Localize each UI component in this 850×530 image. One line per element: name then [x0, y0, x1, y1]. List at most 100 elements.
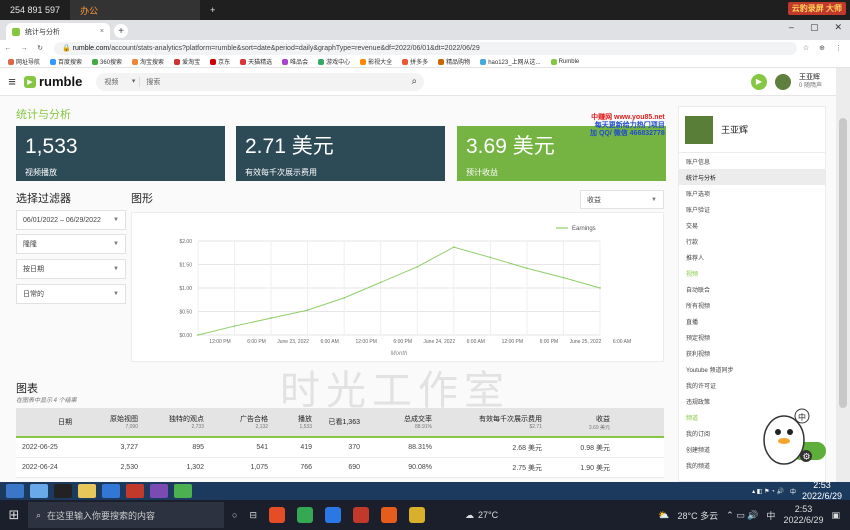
widgets-icon[interactable]: ⊟ — [249, 510, 257, 521]
recorder-icon[interactable] — [380, 507, 397, 523]
column-header[interactable]: 原始视图 7,090 — [78, 408, 144, 436]
maximize-icon[interactable]: ▢ — [810, 22, 819, 33]
browser-tab[interactable]: 统计与分析 × — [6, 23, 110, 40]
caret-down-icon: ▼ — [651, 196, 657, 203]
app-icon[interactable] — [408, 507, 425, 523]
sort-filter[interactable]: 按日期 ▼ — [16, 259, 126, 279]
bookmark-item[interactable]: 影视大全 — [360, 57, 392, 66]
sidebar-item[interactable]: Youtube 频道同步 — [679, 361, 825, 377]
bookmark-item[interactable]: Rumble — [550, 58, 579, 65]
back-icon[interactable]: ← — [0, 45, 16, 52]
sidebar-item[interactable]: 获利视频 — [679, 345, 825, 361]
avatar[interactable] — [774, 73, 791, 90]
bookmark-label: 影视大全 — [368, 60, 393, 66]
page-scrollbar[interactable] — [836, 68, 850, 482]
rumble-logo[interactable]: ▶ rumble — [24, 74, 82, 89]
sidebar-item[interactable]: 所有视频 — [679, 297, 825, 313]
period-filter[interactable]: 日常的 ▼ — [16, 284, 126, 304]
task-view-icon[interactable]: ○ — [232, 510, 237, 520]
weather-icon[interactable]: ☁ — [465, 510, 474, 521]
table-row[interactable]: 2022-06-25 3,727 895 541 419 370 88.31% 2.68 美元… — [16, 438, 664, 458]
sidebar-item[interactable]: 直播 — [679, 313, 825, 329]
hamburger-menu-icon[interactable]: ≡ — [0, 74, 24, 89]
sidebar-item[interactable]: 自动联合 — [679, 281, 825, 297]
sidebar-item[interactable]: 推荐人 — [679, 249, 825, 265]
sidebar-item[interactable]: 账户选项 — [679, 185, 825, 201]
minimize-icon[interactable]: – — [789, 22, 794, 33]
sidebar-item[interactable]: 交易 — [679, 217, 825, 233]
upload-camera-icon[interactable]: ▶ — [750, 73, 767, 90]
graph-metric-select[interactable]: 收益 ▼ — [580, 190, 664, 209]
bookmark-item[interactable]: 淘宝搜索 — [132, 57, 164, 66]
chrome-icon[interactable] — [268, 507, 285, 523]
column-label: 已看1,363 — [328, 419, 360, 426]
sidebar-user[interactable]: 王亚辉 — [679, 107, 825, 153]
user-menu[interactable]: 王亚辉 0 随隋声 — [799, 74, 822, 90]
extensions-icon[interactable]: ⊕ — [819, 44, 825, 52]
bookmark-item[interactable]: 爱淘宝 — [174, 57, 200, 66]
weather-status[interactable]: 28°C 多云 — [678, 509, 719, 522]
close-tab-icon[interactable]: × — [100, 28, 104, 35]
bookmark-item[interactable]: 精品购物 — [438, 57, 470, 66]
platform-filter[interactable]: 隆隆 ▼ — [16, 234, 126, 254]
close-window-icon[interactable]: ✕ — [834, 22, 842, 33]
scroll-thumb[interactable] — [839, 118, 847, 408]
windows-start-icon[interactable] — [6, 484, 24, 498]
cloud-drive-icon[interactable] — [324, 507, 341, 523]
app-icon[interactable] — [30, 484, 48, 498]
wechat-icon[interactable] — [296, 507, 313, 523]
column-header[interactable]: 日期 — [16, 408, 78, 436]
shield-icon[interactable] — [126, 484, 144, 498]
system-clock[interactable]: 2:53 2022/6/29 — [783, 504, 823, 526]
weather-icon[interactable]: ⛅ — [658, 510, 669, 521]
sidebar-item[interactable]: 行款 — [679, 233, 825, 249]
bookmark-item[interactable]: 拼多多 — [402, 57, 428, 66]
search-icon[interactable]: ⌕ — [404, 76, 424, 87]
bookmark-item[interactable]: 天猫精选 — [240, 57, 272, 66]
search-type-select[interactable]: 视频 ▾ — [96, 76, 141, 87]
star-icon[interactable]: ☆ — [803, 44, 809, 52]
bookmark-item[interactable]: 网址导航 — [8, 57, 40, 66]
bookmark-item[interactable]: 游戏中心 — [318, 57, 350, 66]
date-range-filter[interactable]: 06/01/2022 – 06/29/2022 ▼ — [16, 210, 126, 230]
column-header[interactable]: 广告合格 2,132 — [210, 408, 274, 436]
sidebar-item[interactable]: 统计与分析 — [679, 169, 825, 185]
search-input[interactable]: 搜索 — [140, 77, 404, 87]
notifications-icon[interactable]: ▣ — [831, 510, 840, 521]
qq-icon[interactable] — [54, 484, 72, 498]
cloud-icon[interactable] — [102, 484, 120, 498]
shield-icon[interactable] — [352, 507, 369, 523]
bookmark-item[interactable]: 京东 — [210, 57, 230, 66]
folder-icon[interactable] — [78, 484, 96, 498]
forward-icon[interactable]: → — [16, 45, 32, 52]
column-header[interactable]: 独特的观点 2,733 — [144, 408, 210, 436]
bookmark-label: 游戏中心 — [326, 60, 351, 66]
menu-dots-icon[interactable]: ⋮ — [835, 44, 842, 52]
chrome-icon[interactable] — [174, 484, 192, 498]
sidebar-item[interactable]: 账户信息 — [679, 153, 825, 169]
office-tab[interactable]: 办公 — [70, 0, 201, 20]
sidebar-item[interactable]: 预定视频 — [679, 329, 825, 345]
sidebar-item[interactable]: 我的许可证 — [679, 377, 825, 393]
media-icon[interactable] — [150, 484, 168, 498]
tray-icons[interactable]: ⌃ ▭ 🔊 — [726, 510, 758, 521]
new-tab-button[interactable]: + — [114, 24, 128, 38]
bookmark-item[interactable]: hao123_上网从这... — [480, 57, 541, 66]
reload-icon[interactable]: ↻ — [32, 44, 48, 52]
weather-temp[interactable]: 27°C — [478, 510, 498, 520]
plus-icon[interactable]: + — [200, 0, 225, 20]
ime-indicator[interactable]: 中 — [766, 509, 775, 522]
bookmark-label: 网址导航 — [16, 60, 41, 66]
table-row[interactable]: 2022-06-24 2,530 1,302 1,075 766 690 90.08% 2.7… — [16, 458, 664, 478]
column-header[interactable]: 收益 3.69 美元 — [548, 408, 616, 436]
stat-value: 2.71 美元 — [245, 135, 334, 158]
tray-icons[interactable]: ▴ ◧ ⚑ ◔ 🔊 — [752, 488, 784, 495]
bookmark-item[interactable]: 百度搜索 — [50, 57, 82, 66]
sidebar-item[interactable]: 账户验证 — [679, 201, 825, 217]
taskbar-search[interactable]: ⌕ 在这里输入你要搜索的内容 — [28, 502, 224, 528]
start-button[interactable]: ⊞ — [0, 507, 28, 523]
url-field[interactable]: 🔒 rumble.com /account/stats-analytics?pl… — [54, 41, 797, 55]
ime-indicator[interactable]: 中 — [790, 487, 796, 496]
bookmark-item[interactable]: 360搜索 — [92, 57, 122, 66]
bookmark-item[interactable]: 唯品会 — [282, 57, 308, 66]
